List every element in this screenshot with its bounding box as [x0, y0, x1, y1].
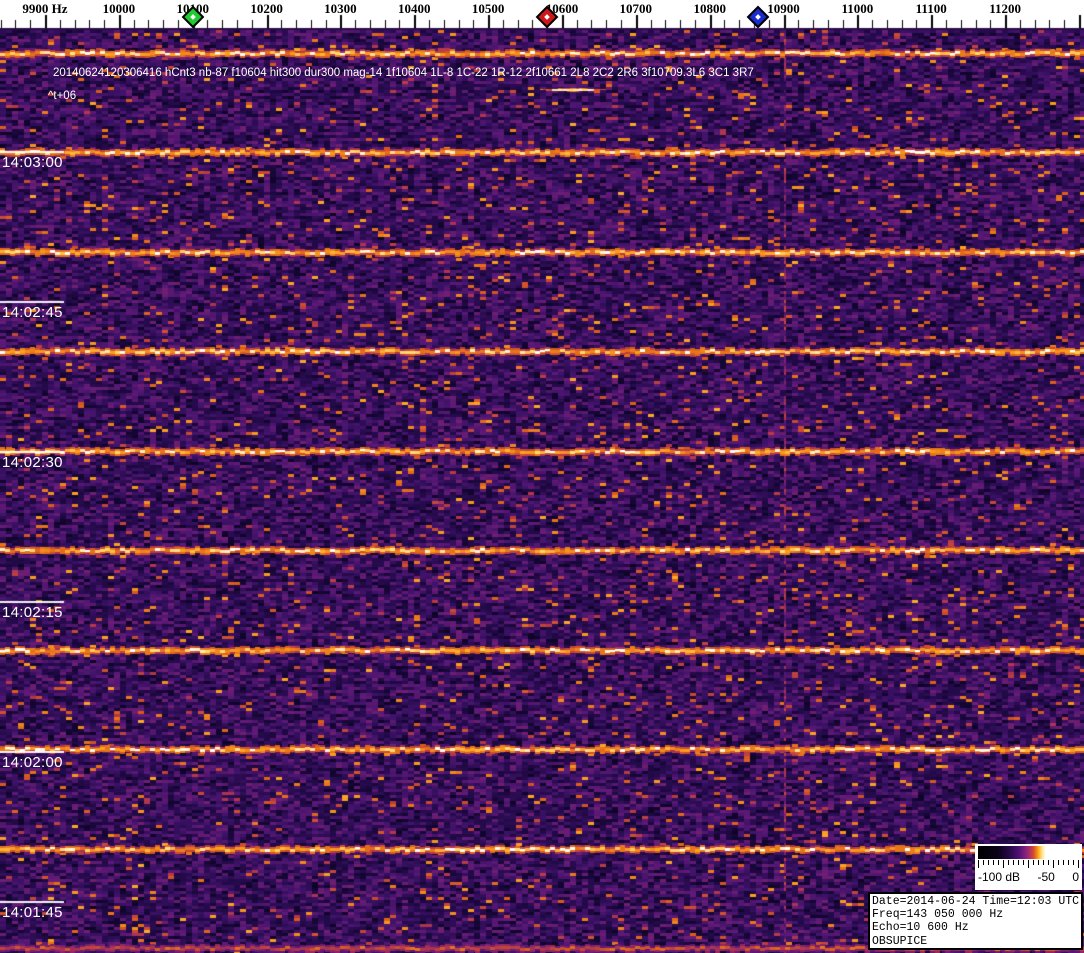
freq-tick-label: 10200 [250, 1, 283, 16]
colorbar-ticks [978, 860, 1079, 868]
time-tick-label: 14:01:45 [2, 904, 63, 921]
freq-tick-label: 10500 [471, 1, 505, 16]
colorbar-label-0: -100 dB [978, 870, 1021, 884]
freq-tick-label: 10000 [102, 1, 136, 16]
colorbar-labels: -100 dB -50 0 [978, 870, 1079, 884]
info-line-0: Date=2014-06-24 Time=12:03 UTC [872, 895, 1080, 908]
time-tick-label: 14:02:45 [2, 304, 63, 321]
blue-marker-center-dot [754, 14, 761, 20]
green-marker-center-dot [189, 14, 196, 20]
freq-tick-label: 10800 [693, 1, 726, 16]
event-annotation: 20140624120306416 hCnt3 nb-87 f10604 hit… [53, 67, 754, 79]
time-tick-label: 14:02:30 [2, 454, 63, 471]
freq-tick-label: 11100 [915, 1, 947, 16]
freq-tick-label: 10700 [619, 1, 653, 16]
spectrogram-screen: 9900 Hz100001010010200103001040010500106… [0, 0, 1084, 953]
info-line-2: Echo=10 600 Hz [872, 921, 969, 935]
info-line-3: OBSUPICE [872, 934, 928, 948]
freq-tick-label: 11200 [989, 1, 1021, 16]
freq-tick-label: 10300 [324, 1, 357, 16]
info-line-1: Freq=143 050 000 Hz [872, 908, 1004, 922]
time-tick-label: 14:02:00 [2, 754, 63, 771]
db-colorbar: -100 dB -50 0 [975, 844, 1082, 890]
colorbar-label-1: -50 [1037, 870, 1055, 884]
freq-tick-label: 11000 [841, 1, 874, 16]
time-tick-label: 14:03:00 [2, 154, 63, 171]
status-info-box: Date=2014-06-24 Time=12:03 UTC Freq=143 0… [868, 892, 1083, 950]
time-tick-label: 14:02:15 [2, 604, 63, 621]
colorbar-label-2: 0 [1072, 870, 1079, 884]
spectrogram-waterfall[interactable] [0, 0, 1084, 953]
time-offset-label: ^t+06 [48, 90, 77, 102]
freq-tick-label: 10900 [767, 1, 800, 16]
colorbar-gradient [978, 846, 1079, 859]
freq-tick-label: 9900 Hz [22, 1, 68, 16]
freq-tick-label: 10400 [398, 1, 431, 16]
red-marker-center-dot [544, 14, 551, 20]
